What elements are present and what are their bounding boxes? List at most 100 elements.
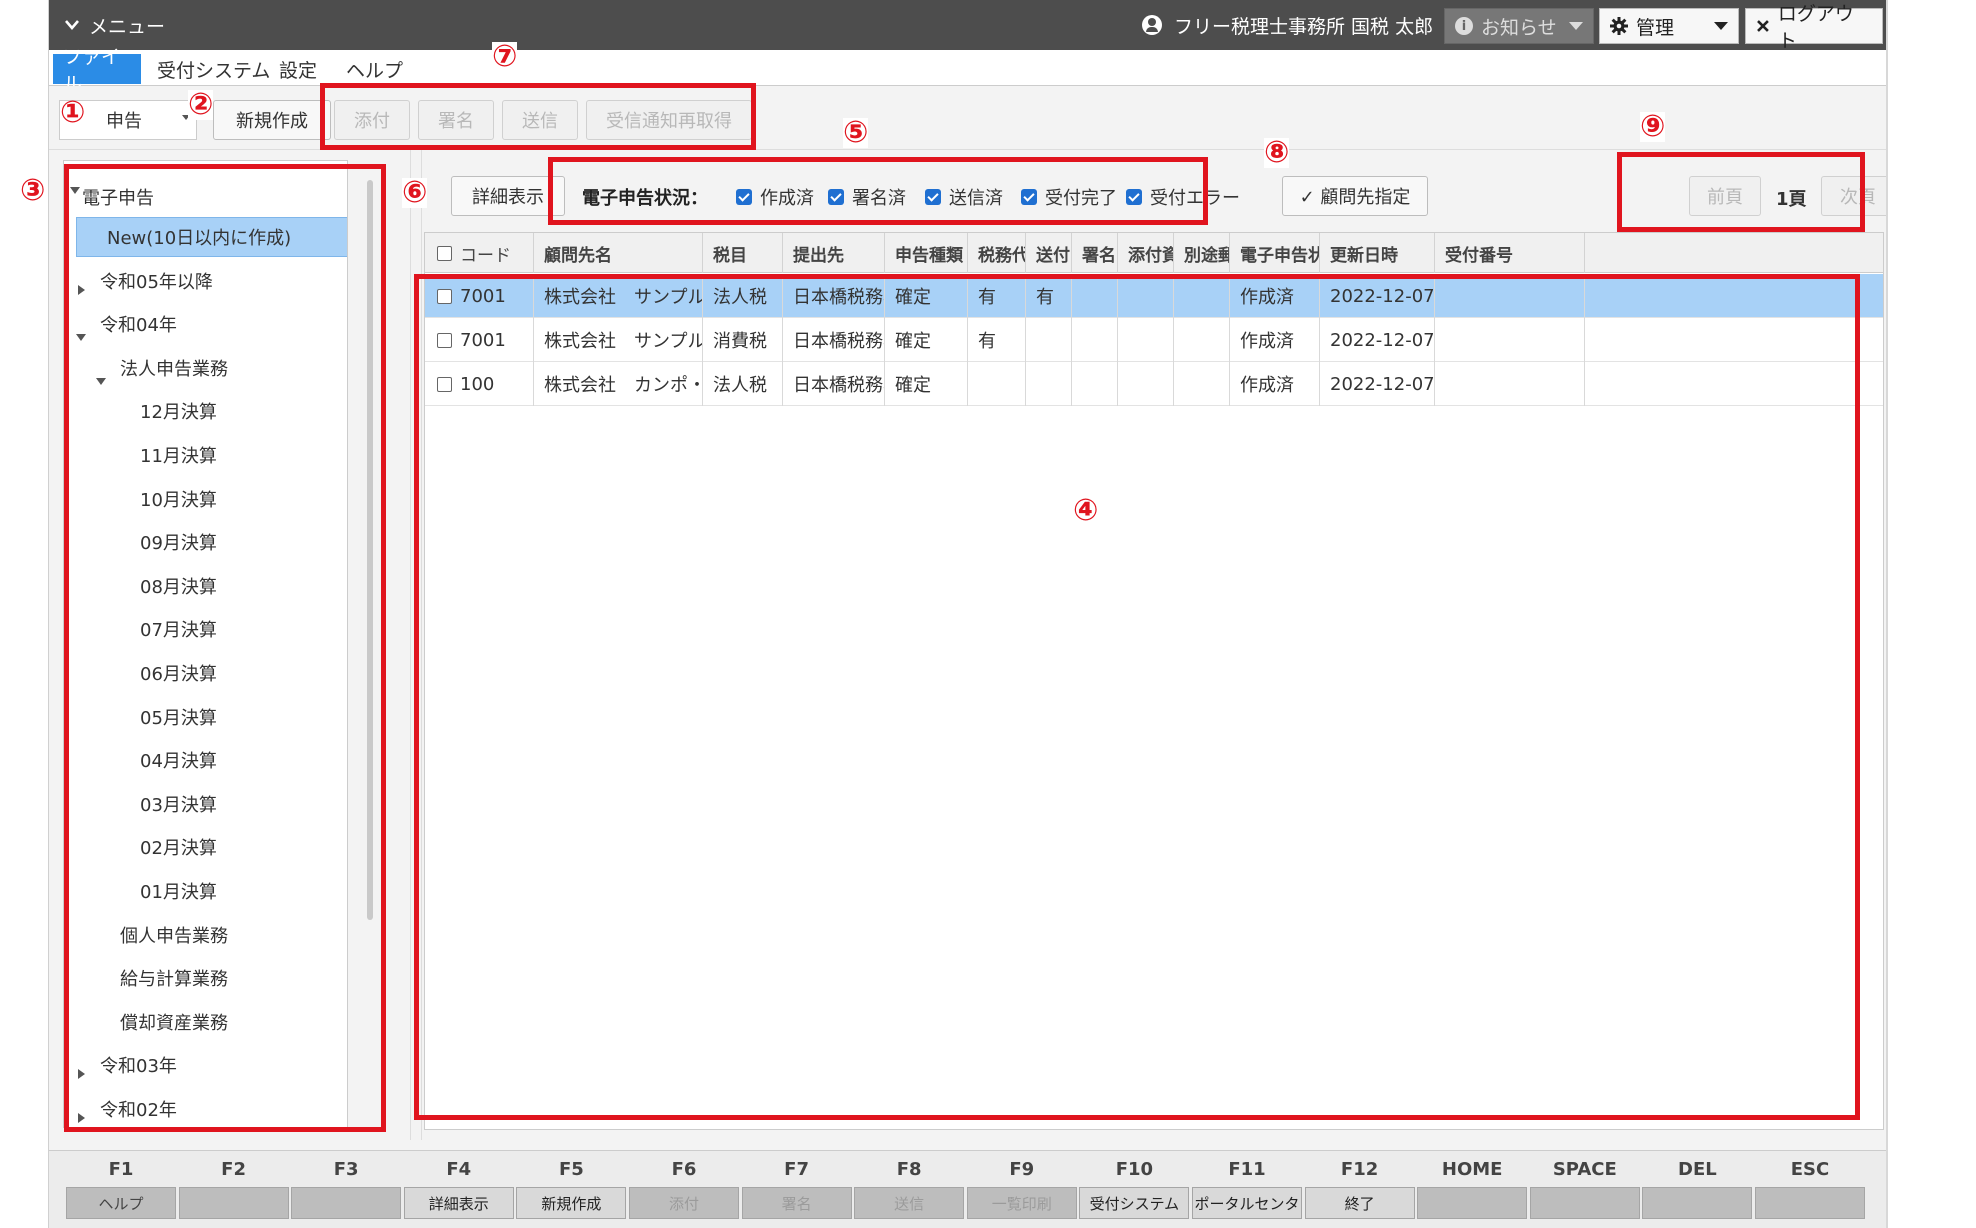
tree-node[interactable]: 04月決算 xyxy=(140,740,217,780)
cell-agent xyxy=(968,362,1026,406)
column-header[interactable]: コード xyxy=(425,233,534,273)
column-header[interactable]: 署名 xyxy=(1072,233,1118,273)
sign-button[interactable]: 署名 xyxy=(418,100,494,140)
fkey-button[interactable]: ポータルセンタ xyxy=(1192,1187,1302,1219)
fkey-button[interactable] xyxy=(1417,1187,1528,1219)
prev-page-button[interactable]: 前頁 xyxy=(1689,176,1761,216)
status-check[interactable]: 署名済 xyxy=(828,184,906,210)
tree-node[interactable]: 令和02年 xyxy=(100,1089,177,1127)
status-check[interactable]: 受付エラー xyxy=(1126,184,1240,210)
fkey-button[interactable]: 送信 xyxy=(854,1187,965,1219)
fkey-button[interactable]: 終了 xyxy=(1304,1187,1415,1219)
next-page-button[interactable]: 次頁 xyxy=(1821,176,1886,216)
checkbox-icon[interactable] xyxy=(1126,189,1142,205)
column-header[interactable]: 受付番号 xyxy=(1435,233,1585,273)
tree-scrollbar[interactable] xyxy=(367,180,373,920)
detail-button[interactable]: 詳細表示 xyxy=(451,176,565,216)
expand-icon[interactable] xyxy=(96,377,106,385)
cell-mail xyxy=(1174,318,1230,362)
tree-node[interactable]: 10月決算 xyxy=(140,479,217,519)
row-checkbox[interactable] xyxy=(437,332,452,348)
tree-node[interactable]: 令和04年 xyxy=(100,304,177,344)
fkey-button[interactable]: 署名 xyxy=(741,1187,852,1219)
fkey-button[interactable] xyxy=(1529,1187,1640,1219)
status-check[interactable]: 作成済 xyxy=(736,184,814,210)
tree-node[interactable]: 03月決算 xyxy=(140,784,217,824)
column-header[interactable]: 送付 xyxy=(1026,233,1072,273)
column-header[interactable]: 更新日時 xyxy=(1320,233,1435,273)
checkbox-icon[interactable] xyxy=(736,189,752,205)
column-header[interactable]: 税務代 xyxy=(968,233,1026,273)
row-checkbox[interactable] xyxy=(437,288,452,304)
menu-item-help[interactable]: ヘルプ xyxy=(336,54,413,84)
column-header[interactable]: 電子申告状況 xyxy=(1230,233,1320,273)
row-checkbox[interactable] xyxy=(437,376,452,392)
fkey-button[interactable]: 一覧印刷 xyxy=(966,1187,1077,1219)
tree-node[interactable]: New(10日以内に作成) xyxy=(76,217,347,257)
notice-button[interactable]: i お知らせ xyxy=(1444,8,1594,44)
column-header[interactable]: 顧問先名 xyxy=(534,233,703,273)
column-header[interactable]: 別途郵 xyxy=(1174,233,1230,273)
expand-icon[interactable] xyxy=(70,187,80,194)
panel-splitter[interactable] xyxy=(410,150,422,1140)
tree-node[interactable]: 02月決算 xyxy=(140,827,217,867)
tree-node[interactable]: 12月決算 xyxy=(140,391,217,431)
tree-node[interactable]: 給与計算業務 xyxy=(120,958,228,998)
menu-item-settings[interactable]: 設定 xyxy=(269,54,327,84)
table-row[interactable]: 7001株式会社 サンプルデ…法人税日本橋税務署確定有有作成済2022-12-0… xyxy=(425,274,1883,318)
fkey-button[interactable]: 受付システム xyxy=(1079,1187,1190,1219)
tree-node[interactable]: 06月決算 xyxy=(140,653,217,693)
cell-code-text: 7001 xyxy=(460,329,506,351)
fkey-button[interactable]: 新規作成 xyxy=(516,1187,627,1219)
table-row[interactable]: 100 株式会社 カンポ・ア…法人税日本橋税務署確定 作成済2022-12-07 1… xyxy=(425,362,1883,406)
attach-button[interactable]: 添付 xyxy=(334,100,410,140)
table-row[interactable]: 7001 株式会社 サンプルデ…消費税日本橋税務署確定有 作成済2022-12-07… xyxy=(425,318,1883,362)
column-header[interactable]: 申告種類 xyxy=(885,233,968,273)
menu-item-reception[interactable]: 受付システム xyxy=(147,54,280,84)
tree-node[interactable]: 令和05年以降 xyxy=(100,261,213,301)
reacquire-button[interactable]: 受信通知再取得 xyxy=(586,100,752,140)
fkey-button[interactable]: 詳細表示 xyxy=(403,1187,514,1219)
cell-kind: 確定 xyxy=(885,274,968,318)
status-check[interactable]: 受付完了 xyxy=(1021,184,1117,210)
checkbox-icon[interactable] xyxy=(828,189,844,205)
admin-button[interactable]: 管理 xyxy=(1599,8,1739,44)
expand-icon[interactable] xyxy=(76,334,86,342)
fkey-esc: ESC xyxy=(1754,1151,1866,1228)
client-filter-button[interactable]: ✓ 顧問先指定 xyxy=(1282,176,1428,216)
tree-node[interactable]: 法人申告業務 xyxy=(120,348,228,388)
tree-node[interactable]: 07月決算 xyxy=(140,609,217,649)
caret-down-icon xyxy=(1569,22,1583,30)
tree-node[interactable]: 11月決算 xyxy=(140,435,217,475)
tree-node[interactable]: 償却資産業務 xyxy=(120,1002,228,1042)
column-header-label: コード xyxy=(460,245,511,266)
grid-header: コード 顧問先名税目提出先申告種類税務代送付署名添付資別途郵電子申告状況更新日時受… xyxy=(425,233,1883,273)
menu-item-file[interactable]: ファイル xyxy=(53,46,141,95)
tree-node[interactable]: 01月決算 xyxy=(140,871,217,911)
tree-node[interactable]: 令和03年 xyxy=(100,1045,177,1085)
checkbox-icon[interactable] xyxy=(925,189,941,205)
tree-node[interactable]: 05月決算 xyxy=(140,697,217,737)
column-header[interactable]: 税目 xyxy=(703,233,783,273)
collapse-icon[interactable] xyxy=(78,1113,85,1123)
fkey-button[interactable] xyxy=(291,1187,402,1219)
select-all-checkbox[interactable] xyxy=(437,245,452,261)
column-header[interactable]: 提出先 xyxy=(783,233,885,273)
fkey-button[interactable] xyxy=(1755,1187,1865,1219)
new-button[interactable]: 新規作成 xyxy=(213,100,331,140)
status-check[interactable]: 送信済 xyxy=(925,184,1003,210)
fkey-button[interactable] xyxy=(1642,1187,1753,1219)
tree-node[interactable]: 09月決算 xyxy=(140,522,217,562)
send-button[interactable]: 送信 xyxy=(502,100,578,140)
checkbox-icon[interactable] xyxy=(1021,189,1037,205)
collapse-icon[interactable] xyxy=(78,284,85,295)
column-header[interactable]: 添付資 xyxy=(1118,233,1174,273)
fkey-button[interactable]: 添付 xyxy=(629,1187,739,1219)
fkey-button[interactable] xyxy=(178,1187,289,1219)
tree-node[interactable]: 08月決算 xyxy=(140,566,217,606)
tree-root[interactable]: 電子申告 xyxy=(82,177,154,217)
logout-button[interactable]: ログアウト xyxy=(1745,3,1883,52)
collapse-icon[interactable] xyxy=(78,1069,85,1080)
fkey-button[interactable]: ヘルプ xyxy=(66,1187,176,1219)
tree-node[interactable]: 個人申告業務 xyxy=(120,915,228,955)
